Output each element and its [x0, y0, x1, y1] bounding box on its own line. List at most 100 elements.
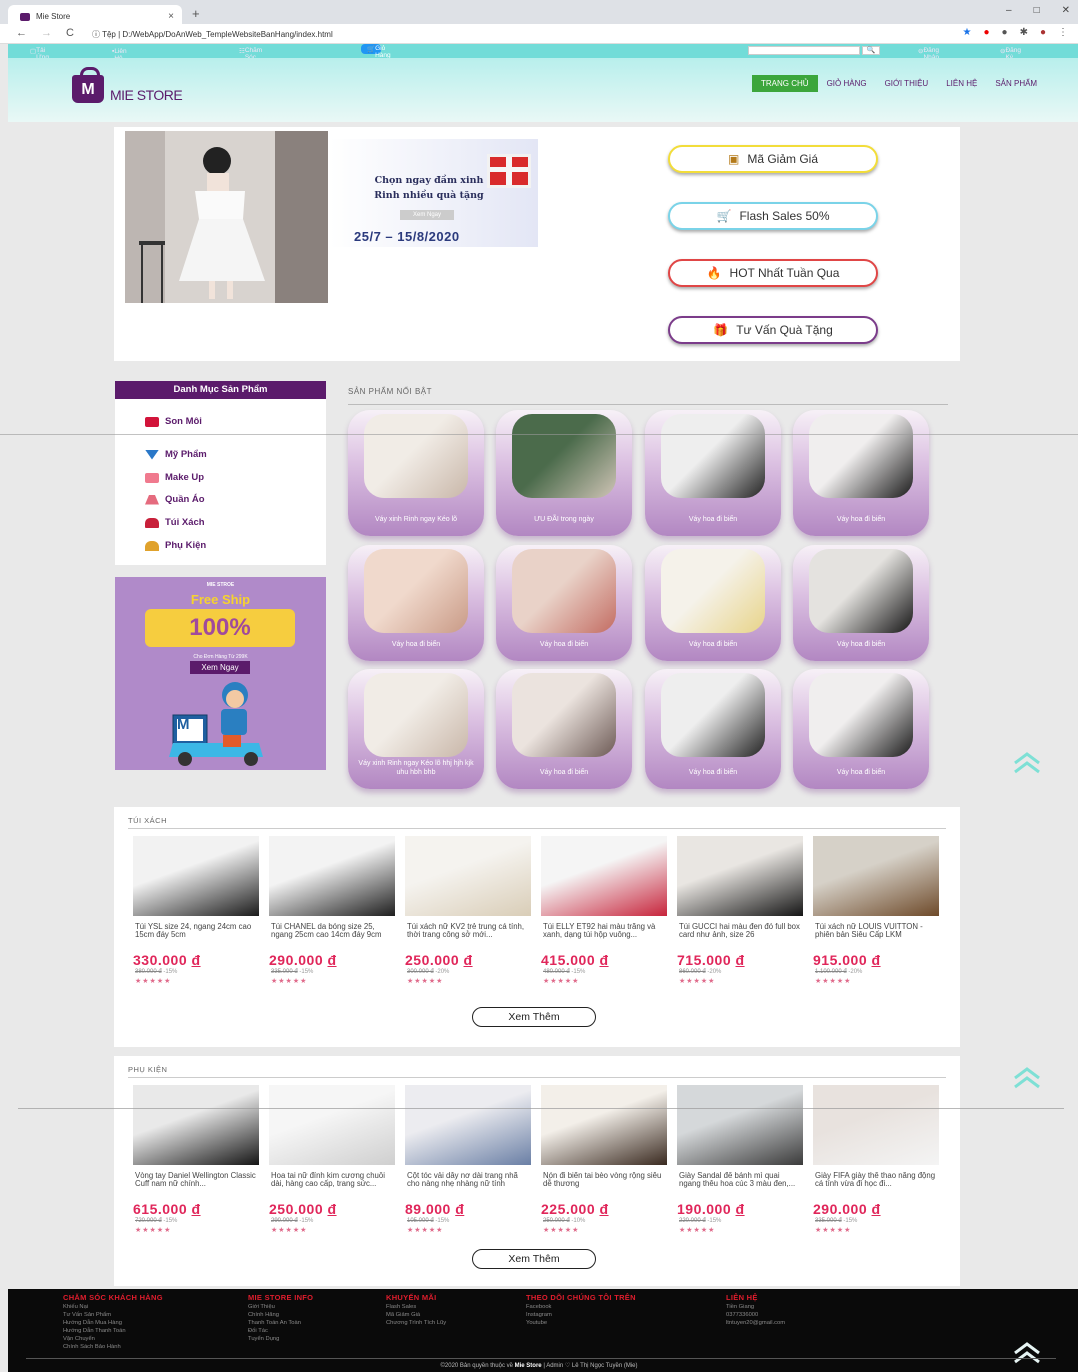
voucher-button[interactable]: ▣ Mã Giảm Giá [668, 145, 878, 173]
footer-link[interactable]: Vận Chuyển [63, 1335, 163, 1343]
product-name[interactable]: Giày Sandal đế bánh mì quai ngang thêu h… [679, 1172, 803, 1198]
product-image[interactable] [133, 836, 259, 916]
nav-about[interactable]: GIỚI THIỆU [876, 75, 938, 92]
product-name[interactable]: Vòng tay Daniel Wellington Classic Cuff … [135, 1172, 259, 1198]
featured-image[interactable] [364, 673, 468, 757]
search-icon[interactable]: 🔍 [862, 46, 880, 55]
opera-icon[interactable]: ● [983, 27, 989, 38]
topbar-partner-contact[interactable]: ▪ Liên Hệ Đối Tác [112, 48, 127, 76]
forward-arrow-icon[interactable]: → [41, 27, 52, 39]
product-name[interactable]: Túi GUCCI hai màu đen đỏ full box card n… [679, 923, 803, 949]
product-card[interactable]: Túi ELLY ET92 hai màu trắng và xanh, dạn… [541, 836, 667, 986]
topbar-cart-button[interactable]: 🛒 Giỏ Hàng [361, 44, 391, 59]
featured-card[interactable]: ƯU ĐÃI trong ngày [496, 410, 632, 536]
close-window-button[interactable]: ✕ [1062, 5, 1070, 16]
featured-image[interactable] [661, 414, 765, 498]
category-cosmetics[interactable]: Mỹ Phẩm [145, 449, 207, 460]
nav-products[interactable]: SẢN PHẨM [986, 75, 1046, 92]
featured-card[interactable]: Váy hoa đi biển [496, 669, 632, 789]
gift-advice-button[interactable]: 🎁 Tư Vấn Quà Tặng [668, 316, 878, 344]
product-name[interactable]: Túi YSL size 24, ngang 24cm cao 15cm đáy… [135, 923, 259, 949]
featured-card[interactable]: Váy xinh Rinh ngay Kéo lõ [348, 410, 484, 536]
scroll-top-icon[interactable] [1012, 751, 1042, 775]
featured-card[interactable]: Váy hoa đi biển [348, 545, 484, 661]
promo-view-button[interactable]: Xem Ngay [400, 210, 454, 220]
hot-week-button[interactable]: 🔥 HOT Nhất Tuần Qua [668, 259, 878, 287]
product-image[interactable] [541, 1085, 667, 1165]
close-tab-icon[interactable]: × [168, 11, 182, 22]
footer-link[interactable]: Facebook [526, 1303, 636, 1311]
featured-card[interactable]: Váy hoa đi biển [793, 410, 929, 536]
product-card[interactable]: Túi xách nữ KV2 trẻ trung cá tính, thời … [405, 836, 531, 986]
category-accessories[interactable]: Phụ Kiện [145, 540, 206, 551]
scroll-top-icon[interactable] [1012, 1066, 1042, 1090]
topbar-login-link[interactable]: ⊖ Đăng Nhập [918, 47, 939, 61]
footer-link[interactable]: Mã Giảm Giá [386, 1311, 446, 1319]
product-image[interactable] [813, 1085, 939, 1165]
profile-avatar[interactable]: ● [1040, 27, 1046, 38]
featured-image[interactable] [364, 414, 468, 498]
featured-card[interactable]: Váy xinh Rinh ngay Kéo lõ hhj hjh kjk uh… [348, 669, 484, 789]
footer-link[interactable]: Đối Tác [248, 1327, 313, 1335]
product-name[interactable]: Giày FIFA giày thể thao năng động cá tín… [815, 1172, 939, 1198]
menu-kebab-icon[interactable]: ⋮ [1058, 27, 1068, 38]
flash-sales-button[interactable]: 🛒 Flash Sales 50% [668, 202, 878, 230]
featured-image[interactable] [512, 673, 616, 757]
footer-link[interactable]: Tuyển Dụng [248, 1335, 313, 1343]
browser-tab[interactable]: Mie Store × [8, 5, 182, 24]
maximize-button[interactable]: □ [1034, 5, 1040, 16]
category-makeup[interactable]: Make Up [145, 472, 204, 483]
footer-link[interactable]: ltntuyen20@gmail.com [726, 1319, 785, 1327]
nav-home[interactable]: TRANG CHỦ [752, 75, 818, 92]
product-name[interactable]: Túi xách nữ LOUIS VUITTON - phiên bản Si… [815, 923, 939, 949]
featured-image[interactable] [512, 414, 616, 498]
topbar-register-link[interactable]: ⊖ Đăng Ký [1000, 47, 1021, 61]
extension-icon[interactable]: ● [1002, 27, 1008, 38]
product-image[interactable] [677, 836, 803, 916]
footer-link[interactable]: Chính Sách Bảo Hành [63, 1343, 163, 1351]
footer-link[interactable]: Hướng Dẫn Thanh Toán [63, 1327, 163, 1335]
featured-card[interactable]: Váy hoa đi biển [645, 545, 781, 661]
accessories-more-button[interactable]: Xem Thêm [472, 1249, 596, 1269]
category-lipstick[interactable]: Son Môi [145, 416, 202, 427]
product-card[interactable]: Túi GUCCI hai màu đen đỏ full box card n… [677, 836, 803, 986]
category-handbags[interactable]: Túi Xách [145, 517, 205, 528]
product-card[interactable]: Túi YSL size 24, ngang 24cm cao 15cm đáy… [133, 836, 259, 986]
footer-link[interactable]: Tư Vấn Sản Phẩm [63, 1311, 163, 1319]
topbar-download-app[interactable]: ▢ Tải Ứng Dụng [30, 47, 52, 68]
featured-card[interactable]: Váy hoa đi biển [645, 410, 781, 536]
product-image[interactable] [541, 836, 667, 916]
footer-link[interactable]: Chương Trình Tích Lũy [386, 1319, 446, 1327]
nav-contact[interactable]: LIÊN HỆ [937, 75, 986, 92]
product-card[interactable]: Túi CHANEL da bóng size 25, ngang 25cm c… [269, 836, 395, 986]
featured-card[interactable]: Váy hoa đi biển [793, 545, 929, 661]
product-name[interactable]: Túi ELLY ET92 hai màu trắng và xanh, dạn… [543, 923, 667, 949]
back-arrow-icon[interactable]: ← [16, 27, 27, 39]
footer-link[interactable]: Giới Thiệu [248, 1303, 313, 1311]
nav-cart[interactable]: GIỎ HÀNG [818, 75, 876, 92]
footer-link[interactable]: Flash Sales [386, 1303, 446, 1311]
category-clothing[interactable]: Quần Áo [145, 494, 205, 505]
search-input[interactable] [748, 46, 860, 55]
product-image[interactable] [405, 1085, 531, 1165]
minimize-button[interactable]: – [1006, 5, 1012, 16]
featured-image[interactable] [809, 549, 913, 633]
product-card[interactable]: Túi xách nữ LOUIS VUITTON - phiên bản Si… [813, 836, 939, 986]
featured-image[interactable] [809, 673, 913, 757]
product-image[interactable] [813, 836, 939, 916]
featured-image[interactable] [512, 549, 616, 633]
bags-more-button[interactable]: Xem Thêm [472, 1007, 596, 1027]
footer-link[interactable]: Tiền Giang [726, 1303, 785, 1311]
new-tab-button[interactable]: + [192, 6, 200, 21]
site-logo[interactable]: M MIE STORE [72, 67, 183, 103]
topbar-customer-care[interactable]: ☷ Chăm Sóc Khách Hàng [239, 47, 263, 75]
featured-image[interactable] [661, 673, 765, 757]
featured-card[interactable]: Váy hoa đi biển [645, 669, 781, 789]
product-name[interactable]: Túi xách nữ KV2 trẻ trung cá tính, thời … [407, 923, 531, 949]
freeship-view-button[interactable]: Xem Ngay [190, 661, 250, 674]
footer-link[interactable]: Chính Hãng [248, 1311, 313, 1319]
puzzle-icon[interactable]: ✱ [1020, 27, 1028, 38]
banner-dress-image[interactable] [125, 131, 328, 303]
featured-image[interactable] [809, 414, 913, 498]
product-name[interactable]: Cột tóc vải dây nơ dài trang nhã cho nàn… [407, 1172, 531, 1198]
